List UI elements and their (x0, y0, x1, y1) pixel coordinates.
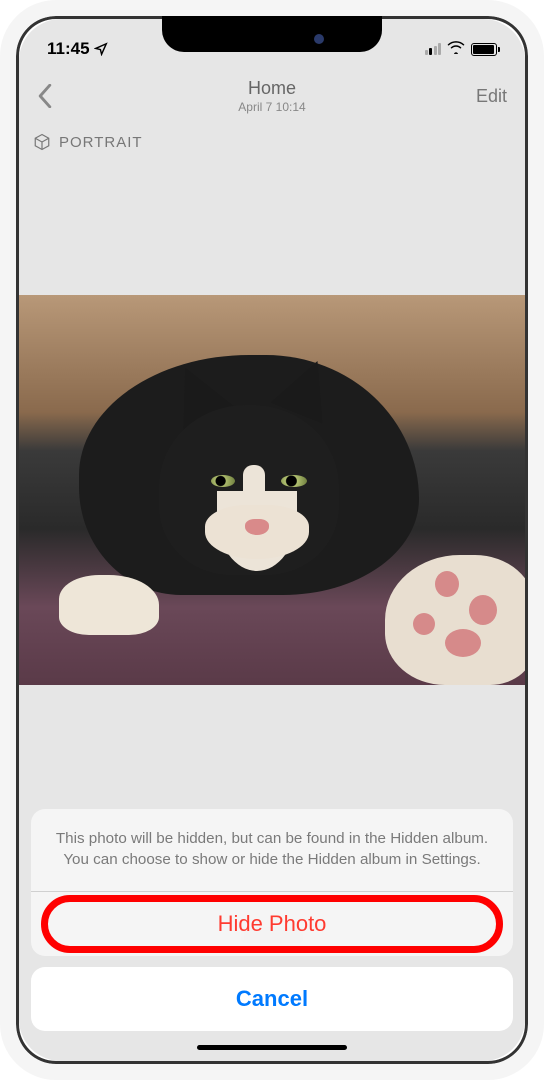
home-indicator[interactable] (197, 1045, 347, 1050)
device-notch (162, 16, 382, 52)
volume-up-button[interactable] (0, 248, 4, 314)
side-button[interactable] (540, 270, 544, 370)
cancel-label: Cancel (236, 986, 308, 1011)
nav-title: Home (238, 78, 305, 99)
portrait-badge-label: PORTRAIT (59, 134, 143, 151)
silent-switch[interactable] (0, 188, 4, 226)
action-sheet: This photo will be hidden, but can be fo… (31, 809, 513, 1031)
status-left: 11:45 (47, 39, 108, 59)
photo-image (19, 295, 525, 685)
wifi-icon (447, 39, 465, 59)
hide-photo-label: Hide Photo (218, 911, 327, 936)
status-time: 11:45 (47, 39, 90, 59)
nav-header: Home April 7 10:14 Edit (19, 69, 525, 123)
cancel-button[interactable]: Cancel (31, 967, 513, 1031)
volume-down-button[interactable] (0, 330, 4, 396)
action-sheet-group: This photo will be hidden, but can be fo… (31, 809, 513, 956)
cellular-icon (425, 43, 442, 55)
back-button[interactable] (37, 80, 69, 112)
screen: 11:45 Home April 7 10:14 Edit PORTRAIT (19, 19, 525, 1061)
portrait-badge: PORTRAIT (33, 133, 143, 151)
battery-icon (471, 43, 497, 56)
edit-button[interactable]: Edit (476, 86, 507, 107)
status-right (425, 39, 498, 59)
hide-photo-button[interactable]: Hide Photo (31, 892, 513, 956)
location-arrow-icon (94, 42, 108, 56)
nav-title-group: Home April 7 10:14 (238, 78, 305, 114)
nav-subtitle: April 7 10:14 (238, 100, 305, 114)
cube-icon (33, 133, 51, 151)
action-sheet-message: This photo will be hidden, but can be fo… (31, 809, 513, 892)
